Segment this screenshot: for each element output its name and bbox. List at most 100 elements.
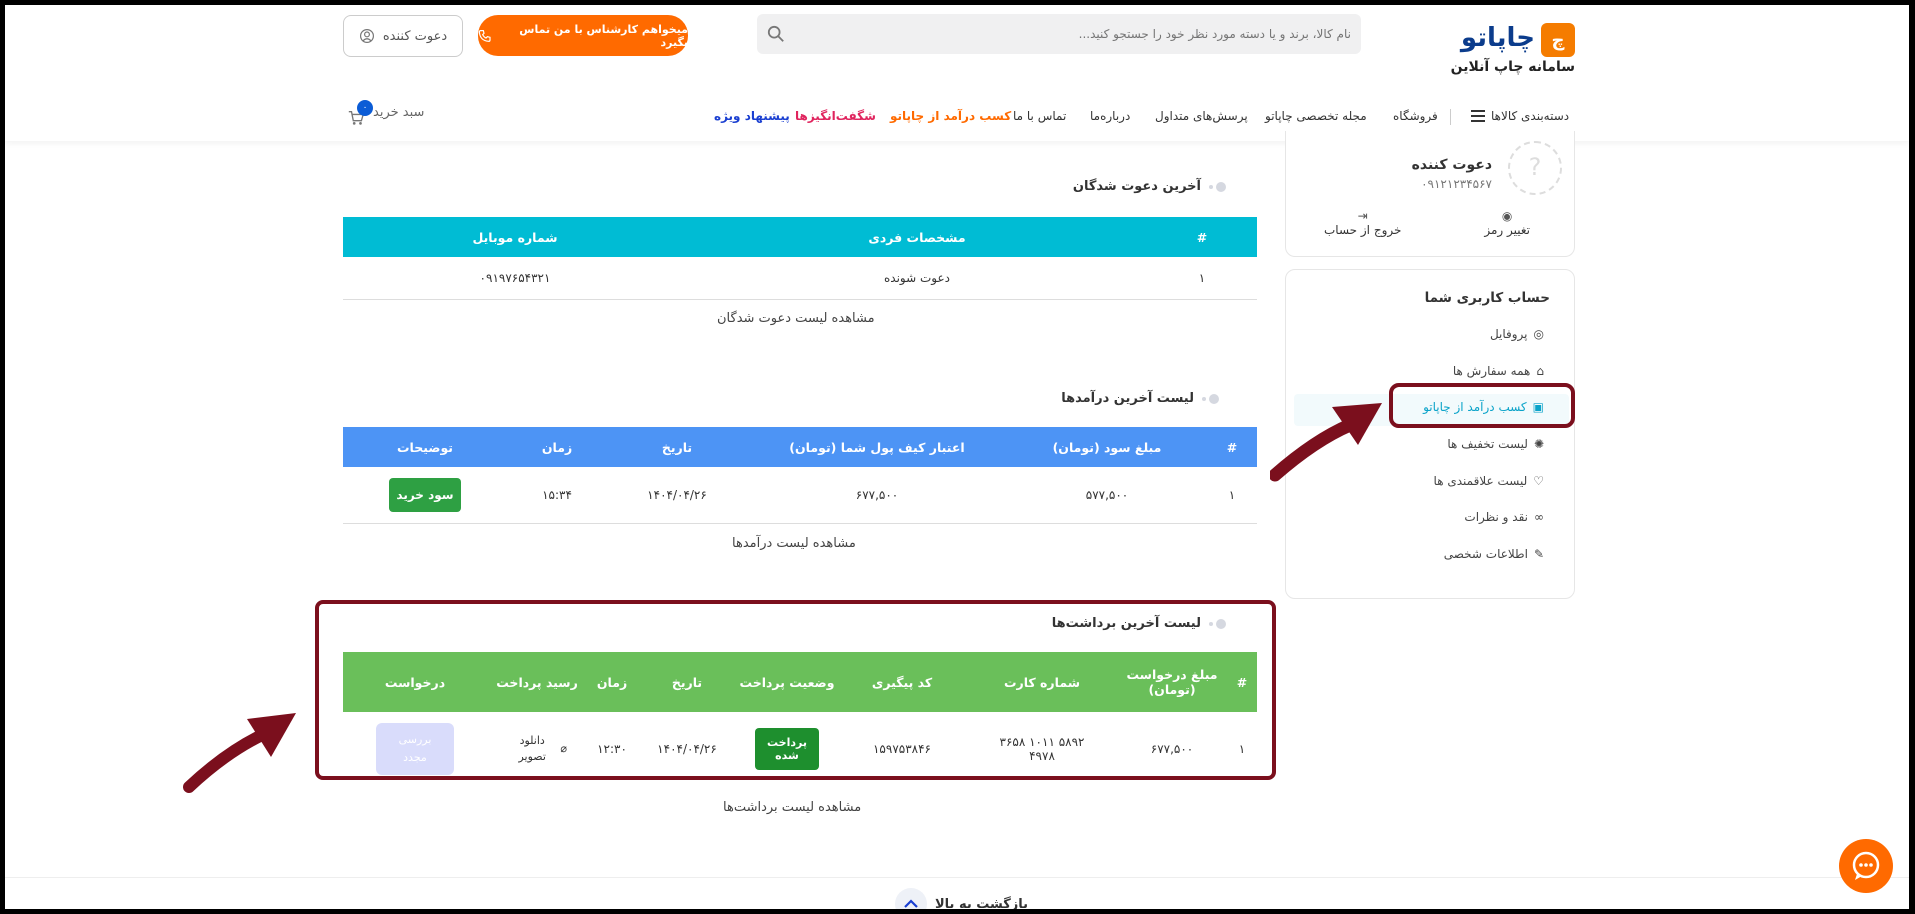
column-header: اعتبار کیف پول شما (تومان) bbox=[789, 439, 965, 455]
nav-about[interactable]: درباره‌ما bbox=[1090, 109, 1130, 123]
table-header-row: # مشخصات فردی شماره موبایل bbox=[343, 217, 1257, 257]
incomes-title: لیست آخرین درآمدها bbox=[1061, 391, 1194, 406]
logout-button[interactable]: ⇥ خروج از حساب bbox=[1324, 209, 1401, 237]
table-header-row: # مبلغ سود (تومان) اعتبار کیف پول شما (ت… bbox=[343, 427, 1257, 467]
sidebar-item-personal-info[interactable]: ✎ اطلاعات شخصی bbox=[1444, 547, 1544, 561]
arrow-annotation-icon bbox=[1270, 403, 1382, 482]
column-header: توضیحات bbox=[397, 439, 453, 455]
table-row: ۱ ۶۷۷,۵۰۰ ۵۸۹۲ ۱۰۱۱ ۳۶۵۸ ۴۹۷۸ ۱۵۹۷۵۳۸۴۶ … bbox=[343, 712, 1257, 786]
cart-label: سبد خرید bbox=[373, 105, 425, 120]
back-to-top-button[interactable]: بازگشت به بالا bbox=[895, 888, 1028, 909]
table-cell: ⌀ دانلود تصویر bbox=[487, 712, 587, 786]
search-icon[interactable] bbox=[767, 25, 785, 43]
sidebar-item-discounts[interactable]: ✺ لیست تخفیف ها bbox=[1447, 437, 1544, 451]
view-invitees-link[interactable]: مشاهده لیست دعوت شدگان bbox=[717, 311, 875, 326]
user-account-button[interactable]: دعوت کننده bbox=[343, 15, 463, 57]
user-icon bbox=[359, 29, 374, 43]
invitees-section-title: آخرین دعوت شدگان bbox=[1073, 179, 1226, 194]
table-cell: سود خرید bbox=[343, 467, 507, 524]
attachment-icon: ⌀ bbox=[560, 741, 567, 755]
back-to-top-label: بازگشت به بالا bbox=[935, 896, 1029, 910]
column-header: # bbox=[1226, 439, 1238, 455]
nav-earn[interactable]: کسب درآمد از چاپاتو bbox=[890, 109, 1011, 123]
table-cell: ۵۷۷,۵۰۰ bbox=[1007, 467, 1207, 524]
re-review-button[interactable]: بررسی مجدد bbox=[376, 723, 454, 775]
search-input[interactable] bbox=[791, 14, 1351, 54]
column-header: # bbox=[1236, 674, 1248, 690]
arrow-annotation-icon bbox=[183, 713, 296, 793]
column-header: درخواست bbox=[384, 674, 446, 690]
nav-categories[interactable]: دسته‌بندی کالاها bbox=[1471, 109, 1569, 123]
phone-icon bbox=[478, 29, 491, 42]
sidebar-item-label: همه سفارش ها bbox=[1452, 364, 1531, 378]
profile-name: دعوت کننده bbox=[1411, 157, 1492, 173]
nav-categories-label: دسته‌بندی کالاها bbox=[1491, 109, 1570, 123]
table-cell: ۱۵:۳۴ bbox=[507, 467, 607, 524]
highlight-box-sidebar bbox=[1389, 383, 1575, 428]
withdrawals-table: # مبلغ درخواست (تومان) شماره کارت کد پیگ… bbox=[343, 652, 1257, 786]
brand-name: چاپاتو bbox=[1460, 23, 1535, 53]
logout-icon: ⇥ bbox=[1357, 209, 1368, 223]
column-header: تاریخ bbox=[671, 674, 703, 690]
request-call-button[interactable]: میخواهم کارشناس با من تماس بگیرد bbox=[478, 15, 688, 56]
incomes-table: # مبلغ سود (تومان) اعتبار کیف پول شما (ت… bbox=[343, 427, 1257, 524]
nav-magazine[interactable]: مجله تخصصی چاپاتو bbox=[1265, 109, 1367, 123]
sidebar-item-label: نقد و نظرات bbox=[1464, 510, 1528, 524]
nav-wonders[interactable]: شگفت‌انگیزها bbox=[795, 109, 876, 123]
table-header-row: # مبلغ درخواست (تومان) شماره کارت کد پیگ… bbox=[343, 652, 1257, 712]
discount-icon: ✺ bbox=[1533, 437, 1544, 451]
change-password-label: تغییر رمز bbox=[1484, 223, 1530, 237]
column-header: تاریخ bbox=[661, 439, 693, 455]
heart-icon: ♡ bbox=[1533, 474, 1544, 488]
user-circle-icon: ◎ bbox=[1533, 327, 1544, 341]
bullet-icon bbox=[1209, 618, 1226, 629]
site-header: چ چاپاتو سامانه چاپ آنلاین میخواهم کارشن… bbox=[5, 5, 1909, 141]
eye-icon: ◉ bbox=[1501, 209, 1513, 223]
table-cell: ۰۹۱۹۷۶۵۴۳۲۱ bbox=[343, 257, 687, 300]
table-cell: ۶۷۷,۵۰۰ bbox=[747, 467, 1007, 524]
column-header: رسید پرداخت bbox=[496, 674, 578, 690]
chat-icon bbox=[1852, 851, 1880, 880]
chevron-up-icon bbox=[895, 888, 927, 909]
chat-button[interactable] bbox=[1839, 839, 1893, 893]
sidebar-item-reviews[interactable]: ∞ نقد و نظرات bbox=[1464, 510, 1544, 524]
view-withdrawals-link[interactable]: مشاهده لیست برداشت‌ها bbox=[723, 800, 861, 815]
view-incomes-link[interactable]: مشاهده لیست درآمدها bbox=[732, 536, 856, 551]
site-logo[interactable]: چ چاپاتو سامانه چاپ آنلاین bbox=[1451, 17, 1575, 77]
account-menu-title: حساب کاربری شما bbox=[1424, 290, 1550, 306]
basket-icon: ⌂ bbox=[1536, 364, 1544, 378]
column-header: مبلغ سود (تومان) bbox=[1052, 439, 1162, 455]
user-account-label: دعوت کننده bbox=[382, 28, 448, 44]
nav-shop[interactable]: فروشگاه bbox=[1393, 109, 1438, 123]
sidebar-item-orders[interactable]: ⌂ همه سفارش ها bbox=[1453, 364, 1544, 378]
change-password-button[interactable]: ◉ تغییر رمز bbox=[1484, 209, 1530, 237]
cart-count-badge: ۰ bbox=[357, 100, 373, 116]
table-cell: ۱ bbox=[1147, 257, 1257, 300]
table-row: ۱ دعوت شونده ۰۹۱۹۷۶۵۴۳۲۱ bbox=[343, 257, 1257, 300]
download-receipt-link[interactable]: ⌀ دانلود تصویر bbox=[507, 733, 567, 766]
income-type-badge: سود خرید bbox=[389, 477, 461, 512]
bullet-icon bbox=[1209, 181, 1226, 192]
withdrawals-section-title: لیست آخرین برداشت‌ها bbox=[1052, 616, 1226, 631]
sidebar-item-profile[interactable]: ◎ پروفایل bbox=[1490, 327, 1544, 341]
sidebar-item-label: پروفایل bbox=[1489, 327, 1528, 341]
column-header: کد پیگیری bbox=[871, 674, 933, 690]
table-cell: ۱۵۹۷۵۳۸۴۶ bbox=[872, 742, 931, 756]
request-call-label: میخواهم کارشناس با من تماس بگیرد bbox=[519, 22, 688, 49]
avatar: ? bbox=[1508, 141, 1562, 195]
column-header: وضعیت پرداخت bbox=[739, 674, 835, 690]
table-cell: بررسی مجدد bbox=[343, 712, 487, 786]
brand-subtitle: سامانه چاپ آنلاین bbox=[1450, 59, 1575, 75]
table-cell: ۱۴۰۴/۰۴/۲۶ bbox=[607, 467, 747, 524]
nav-special[interactable]: پیشنهاد ویژه bbox=[714, 109, 790, 123]
logo-mark-icon: چ bbox=[1541, 23, 1575, 57]
nav-faq[interactable]: پرسش‌های متداول bbox=[1155, 109, 1248, 123]
cart-link[interactable]: سبد خرید bbox=[373, 105, 424, 120]
table-cell: ۱۲:۳۰ bbox=[597, 742, 627, 756]
table-cell: ۵۸۹۲ ۱۰۱۱ ۳۶۵۸ ۴۹۷۸ bbox=[999, 735, 1085, 763]
column-header: # bbox=[1196, 229, 1208, 245]
user-edit-icon: ✎ bbox=[1533, 547, 1544, 561]
nav-contact[interactable]: تماس با ما bbox=[1013, 109, 1066, 123]
column-header: زمان bbox=[541, 439, 573, 455]
sidebar-item-wishlist[interactable]: ♡ لیست علاقمندی ها bbox=[1434, 474, 1544, 488]
